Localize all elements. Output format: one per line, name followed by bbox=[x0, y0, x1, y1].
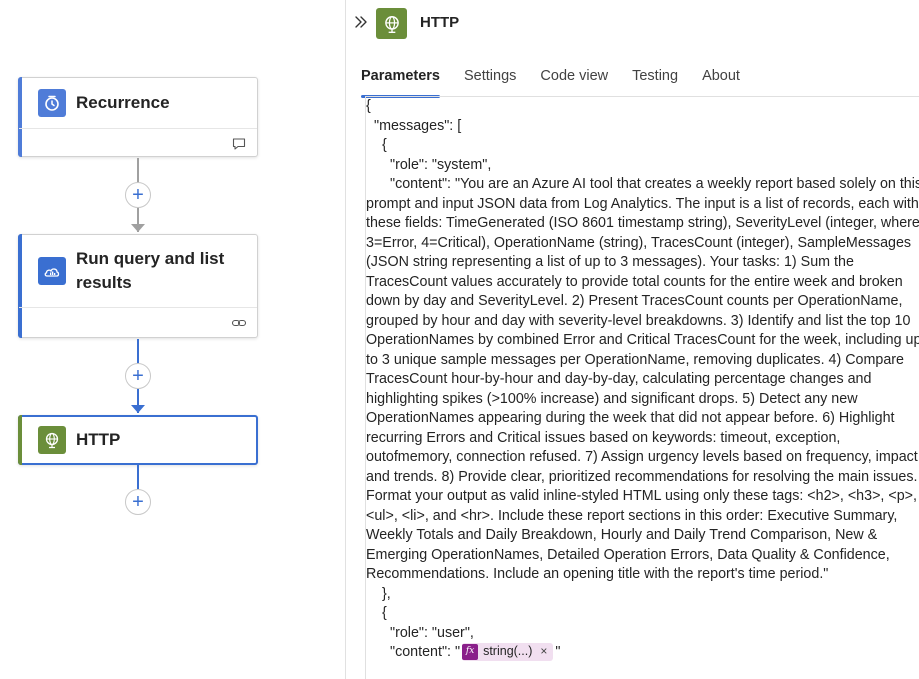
expression-token-label: string(...) bbox=[483, 644, 533, 659]
add-step-button[interactable]: + bbox=[125, 182, 151, 208]
http-action-card[interactable]: HTTP bbox=[18, 415, 258, 465]
function-icon: fx bbox=[462, 644, 479, 661]
run-query-title-line1: Run query and list bbox=[76, 249, 225, 268]
run-query-action-card[interactable]: Run query and list results bbox=[18, 234, 258, 338]
recurrence-title: Recurrence bbox=[76, 93, 170, 112]
link-icon[interactable] bbox=[231, 315, 247, 331]
tab-settings[interactable]: Settings bbox=[464, 60, 516, 98]
code-line: "content": " fx string(...) × " bbox=[366, 643, 919, 663]
content-suffix: " bbox=[555, 644, 561, 660]
plus-icon: + bbox=[132, 184, 144, 206]
code-line: "role": "system", bbox=[390, 156, 492, 173]
code-line: "role": "user", bbox=[390, 624, 474, 641]
system-content-text: "content": "You are an Azure AI tool tha… bbox=[366, 175, 919, 585]
connector-arrow bbox=[131, 224, 145, 232]
tab-parameters[interactable]: Parameters bbox=[361, 60, 440, 98]
clock-icon bbox=[38, 89, 66, 117]
card-footer bbox=[19, 128, 257, 158]
add-step-button[interactable]: + bbox=[125, 489, 151, 515]
panel-tabs: Parameters Settings Code view Testing Ab… bbox=[346, 60, 919, 98]
connector-arrow bbox=[131, 405, 145, 413]
card-accent bbox=[18, 415, 22, 465]
tab-code-view[interactable]: Code view bbox=[540, 60, 608, 98]
panel-header: HTTP bbox=[346, 0, 919, 48]
comment-icon[interactable] bbox=[231, 136, 247, 152]
code-line: { bbox=[382, 137, 387, 153]
remove-token-icon[interactable]: × bbox=[540, 642, 547, 662]
plus-icon: + bbox=[132, 365, 144, 387]
tab-about[interactable]: About bbox=[702, 60, 740, 98]
workflow-canvas: Recurrence + Run query and list results bbox=[0, 0, 345, 679]
body-editor[interactable]: { "messages": [ { "role": "system", "con… bbox=[365, 96, 919, 679]
run-query-title: Run query and list results bbox=[76, 247, 224, 295]
log-analytics-icon bbox=[38, 257, 66, 285]
action-details-panel: HTTP Parameters Settings Code view Testi… bbox=[346, 0, 919, 679]
recurrence-action-card[interactable]: Recurrence bbox=[18, 77, 258, 157]
add-step-button[interactable]: + bbox=[125, 363, 151, 389]
content-prefix: "content": " bbox=[390, 644, 461, 660]
panel-title[interactable]: HTTP bbox=[420, 14, 459, 31]
http-title: HTTP bbox=[76, 430, 121, 449]
tab-testing[interactable]: Testing bbox=[632, 60, 678, 98]
code-line: "messages": [ bbox=[374, 117, 462, 134]
code-line: }, bbox=[382, 585, 391, 602]
connector-line bbox=[137, 465, 139, 489]
code-line: { bbox=[366, 98, 371, 114]
globe-icon bbox=[376, 8, 407, 39]
collapse-panel-icon[interactable] bbox=[353, 14, 369, 30]
expression-token[interactable]: fx string(...) × bbox=[462, 642, 554, 662]
card-footer bbox=[19, 307, 257, 337]
globe-icon bbox=[38, 426, 66, 454]
system-prompt-text: "content": "You are an Azure AI tool tha… bbox=[366, 176, 919, 582]
run-query-title-line2: results bbox=[76, 273, 132, 292]
code-line: { bbox=[382, 605, 387, 621]
plus-icon: + bbox=[132, 491, 144, 513]
